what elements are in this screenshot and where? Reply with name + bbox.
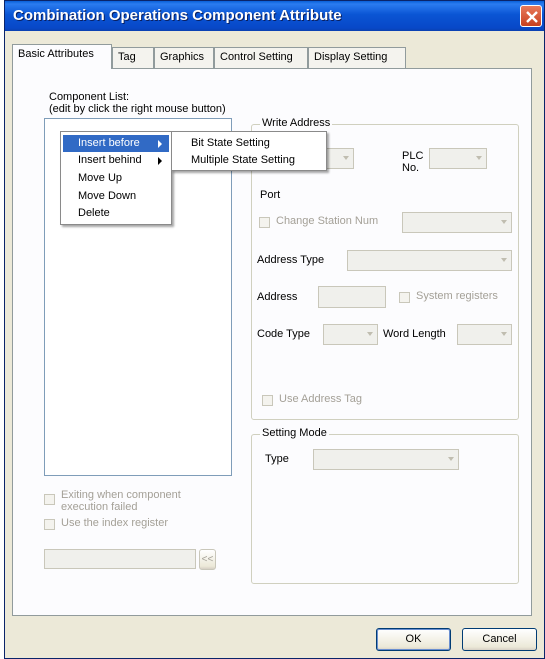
word-length-select[interactable]: [457, 324, 512, 345]
address-field[interactable]: [318, 286, 386, 308]
exiting-label-2: execution failed: [61, 501, 138, 513]
tab-graphics[interactable]: Graphics: [154, 47, 214, 68]
chevron-down-icon: [367, 332, 373, 336]
menu-item-delete[interactable]: Delete: [63, 205, 169, 222]
submenu-arrow-icon: [158, 157, 162, 165]
submenu-arrow-icon: [158, 140, 162, 148]
cancel-button[interactable]: Cancel: [462, 628, 537, 651]
use-index-register-label: Use the index register: [61, 517, 168, 529]
context-menu: Insert before Insert behind Move Up Move…: [60, 131, 172, 225]
submenu-item-multiple-state-setting[interactable]: Multiple State Setting: [174, 152, 324, 169]
close-button[interactable]: [520, 5, 542, 27]
menu-item-insert-behind[interactable]: Insert behind: [63, 152, 169, 169]
window-title: Combination Operations Component Attribu…: [13, 7, 342, 24]
chevron-down-icon: [501, 220, 507, 224]
exiting-checkbox[interactable]: [44, 494, 55, 505]
component-list-label: Component List:: [49, 91, 130, 103]
address-type-label: Address Type: [257, 254, 325, 266]
menu-item-label: Insert before: [78, 137, 140, 149]
chevron-down-icon: [343, 156, 349, 160]
menu-item-label: Insert behind: [78, 154, 142, 166]
setting-mode-title: Setting Mode: [260, 427, 329, 439]
word-length-label: Word Length: [383, 328, 446, 340]
tab-basic-attributes[interactable]: Basic Attributes: [12, 44, 112, 69]
submenu: Bit State Setting Multiple State Setting: [171, 131, 327, 171]
ok-button[interactable]: OK: [376, 628, 451, 651]
browse-button[interactable]: <<: [199, 549, 216, 570]
tab-tag[interactable]: Tag: [112, 47, 154, 68]
type-label: Type: [265, 453, 289, 465]
write-address-title: Write Address: [260, 117, 333, 129]
chevron-down-icon: [476, 156, 482, 160]
system-registers-checkbox[interactable]: [399, 292, 410, 303]
plc-no-select[interactable]: [429, 148, 487, 169]
tab-control-setting[interactable]: Control Setting: [214, 47, 308, 68]
chevron-down-icon: [448, 457, 454, 461]
chevron-down-icon: [501, 258, 507, 262]
exiting-label-1: Exiting when component: [61, 489, 181, 501]
plc-no-label-2: No.: [402, 162, 420, 174]
change-station-checkbox[interactable]: [259, 217, 270, 228]
chevron-down-icon: [501, 332, 507, 336]
tab-display-setting[interactable]: Display Setting: [308, 47, 406, 68]
address-type-select[interactable]: [347, 250, 512, 271]
use-index-register-checkbox[interactable]: [44, 519, 55, 530]
change-station-label: Change Station Num: [276, 215, 379, 227]
system-registers-label: System registers: [416, 290, 498, 302]
address-label: Address: [257, 291, 298, 303]
use-address-tag-checkbox[interactable]: [262, 395, 273, 406]
menu-item-move-up[interactable]: Move Up: [63, 170, 169, 187]
code-type-select[interactable]: [323, 324, 378, 345]
menu-item-move-down[interactable]: Move Down: [63, 188, 169, 205]
title-bar[interactable]: Combination Operations Component Attribu…: [5, 1, 544, 31]
use-address-tag-label: Use Address Tag: [279, 393, 362, 405]
submenu-item-bit-state-setting[interactable]: Bit State Setting: [174, 135, 324, 152]
type-select[interactable]: [313, 449, 459, 470]
port-label: Port: [260, 189, 281, 201]
change-station-select[interactable]: [402, 212, 512, 233]
code-type-label: Code Type: [257, 328, 311, 340]
menu-item-insert-before[interactable]: Insert before: [63, 135, 169, 152]
close-icon: [526, 11, 538, 23]
component-list-hint: (edit by click the right mouse button): [49, 103, 226, 115]
index-register-field[interactable]: [44, 549, 196, 569]
plc-no-label-1: PLC: [402, 150, 424, 162]
